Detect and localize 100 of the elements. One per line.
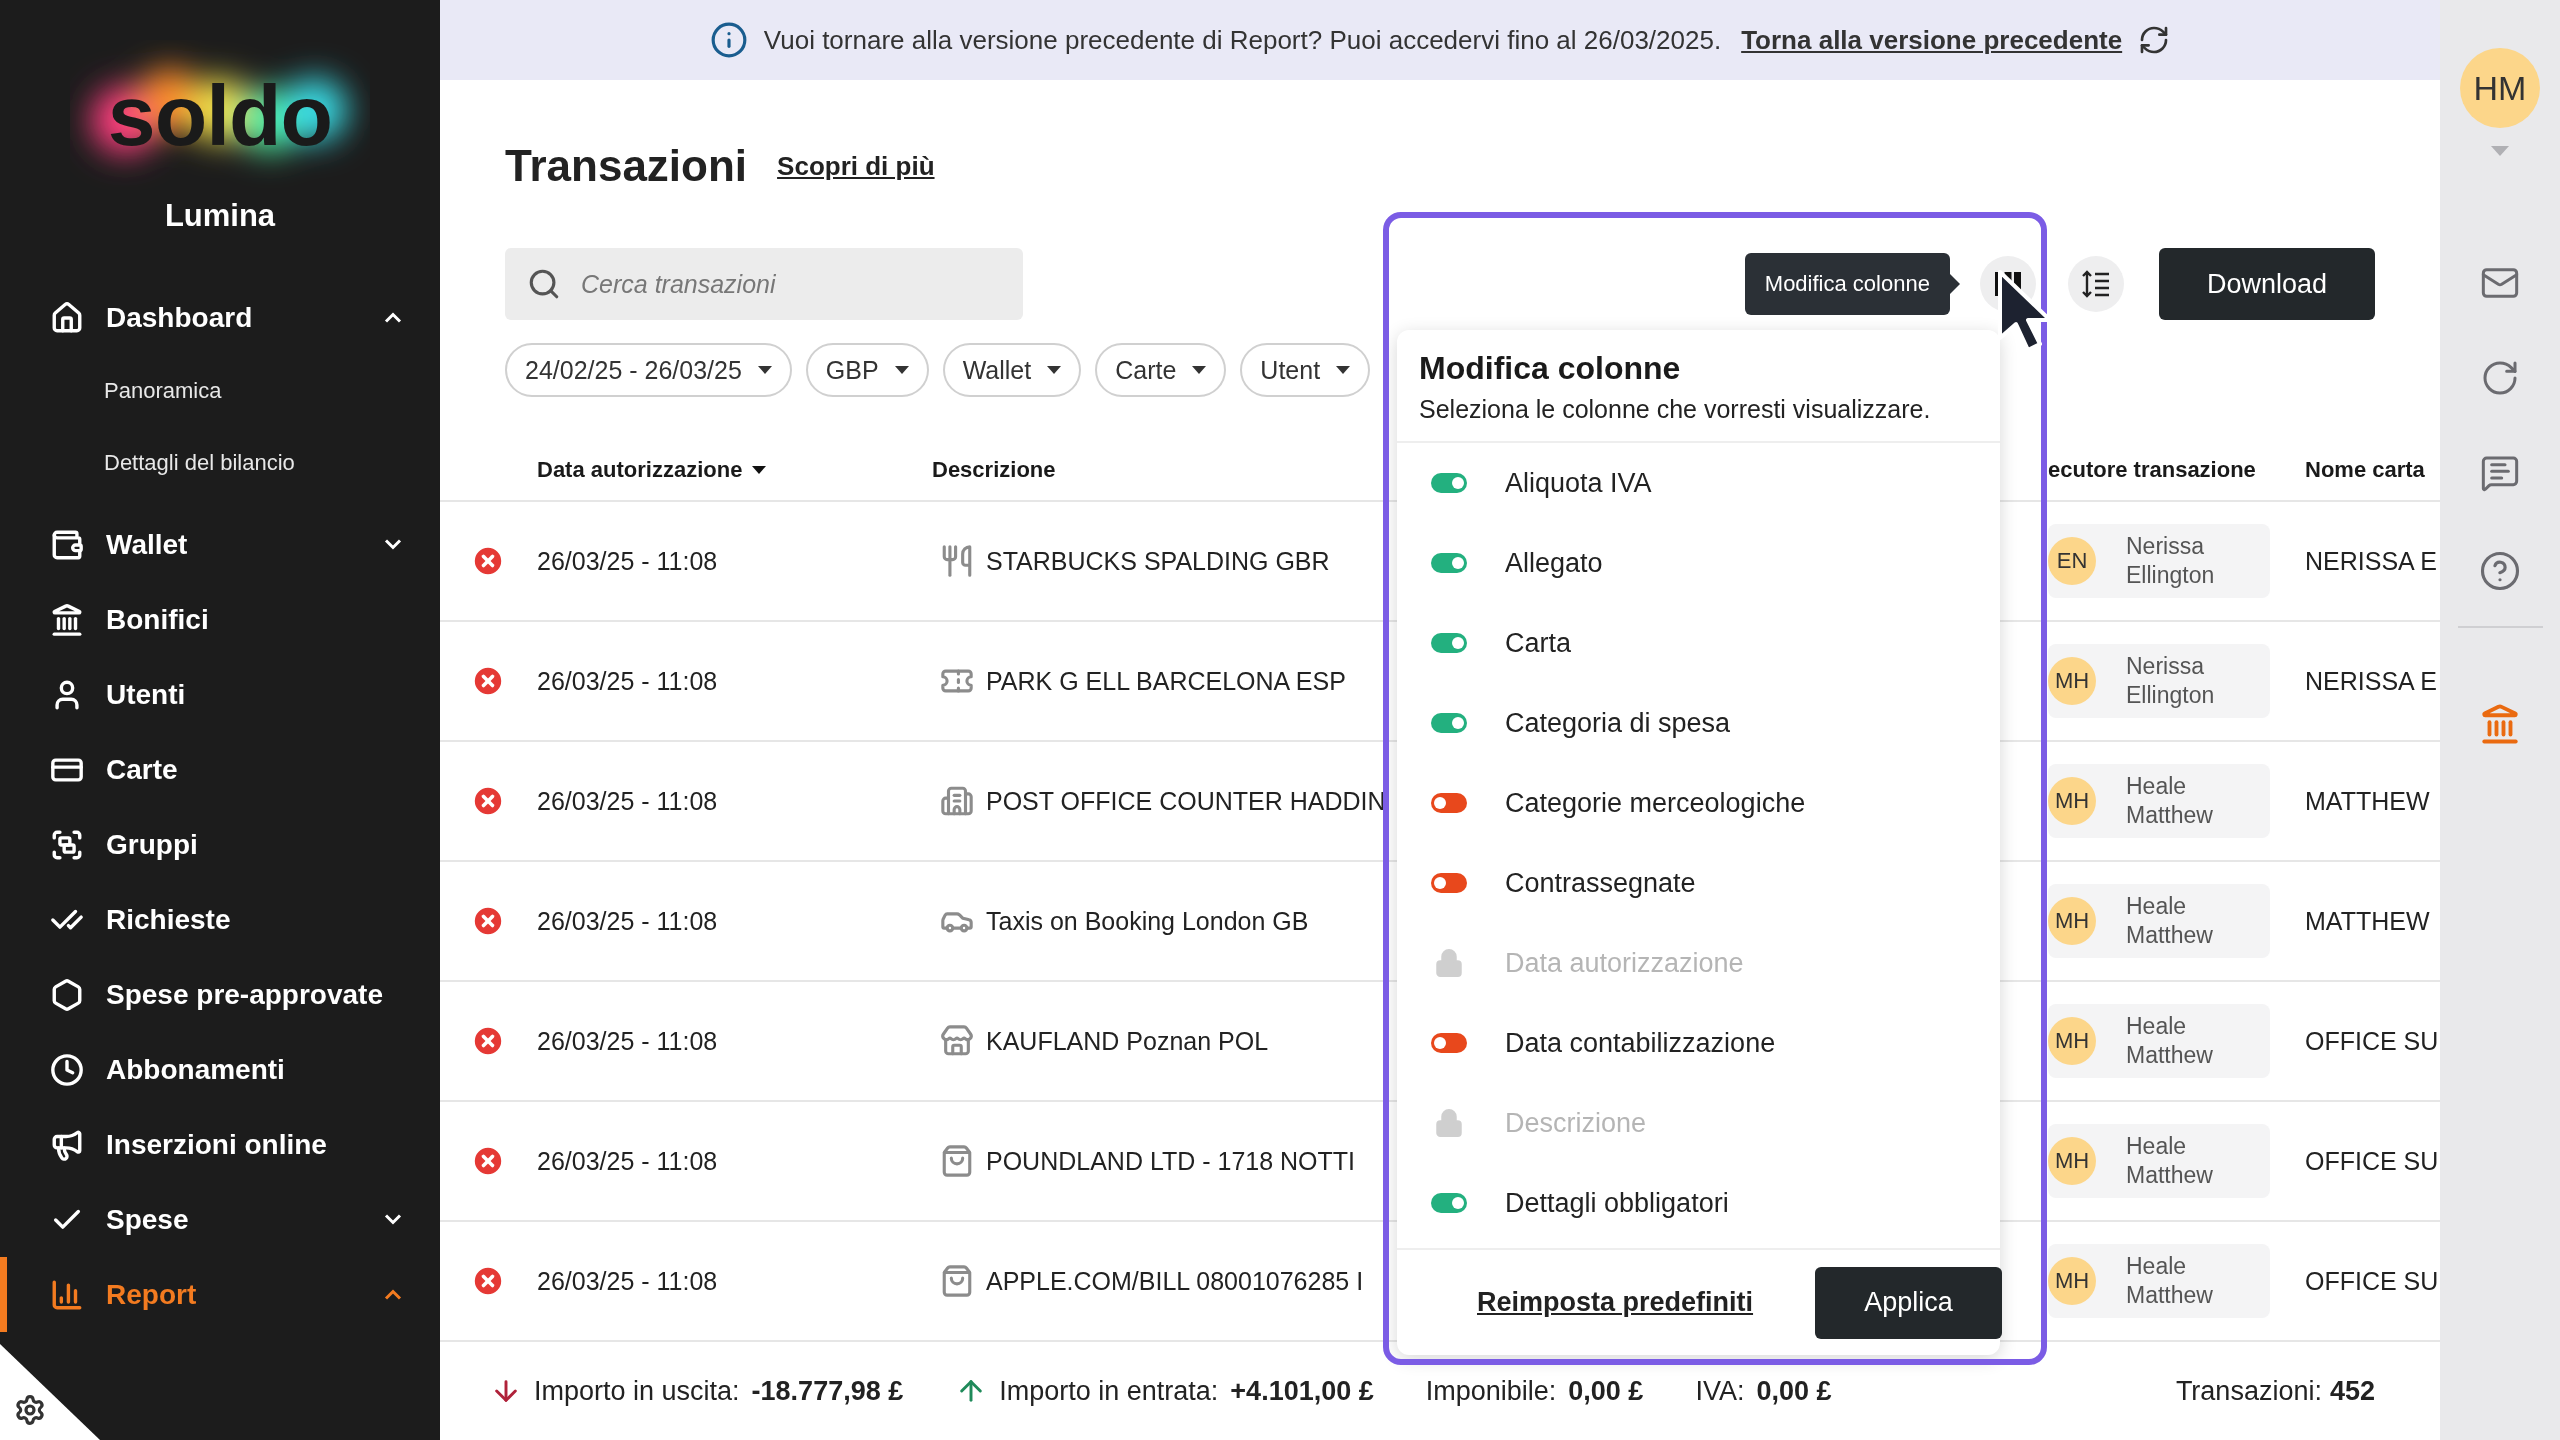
tooltip-arrow-icon xyxy=(1949,274,1960,294)
shopping-bag-icon xyxy=(940,1264,974,1298)
table-cell-text: 26/03/25 - 11:08 xyxy=(537,1266,719,1296)
apply-button[interactable]: Applica xyxy=(1815,1266,2002,1339)
avatar: MH xyxy=(2048,657,2096,705)
search-field[interactable]: Cerca transazioni xyxy=(505,248,1023,320)
nav-item[interactable]: Spese pre-approvate xyxy=(0,957,440,1032)
user-avatar[interactable]: HM xyxy=(2460,48,2540,128)
table-cell: OFFICE SU xyxy=(2305,1026,2440,1056)
toggle-switch[interactable] xyxy=(1431,713,1467,733)
caret-icon xyxy=(894,366,909,374)
nav-item[interactable]: Bonifici xyxy=(0,582,440,657)
option-label: Allegato xyxy=(1505,547,1603,579)
table-cell: KAUFLAND Poznan POL xyxy=(986,1026,1269,1056)
avatar: MH xyxy=(2048,897,2096,945)
amount-label: Importo in entrata: xyxy=(999,1375,1219,1407)
table-cell-text: 26/03/25 - 11:08 xyxy=(537,1146,719,1176)
option-label: Data contabilizzazione xyxy=(1505,1027,1776,1059)
house-icon xyxy=(50,300,84,335)
user-name: Heale Matthew xyxy=(2126,1252,2214,1310)
nav-item[interactable]: Dashboard xyxy=(0,280,440,355)
table-cell-text: 26/03/25 - 11:08 xyxy=(537,786,719,816)
nav-item[interactable]: Utenti xyxy=(0,657,440,732)
table-cell-text: 26/03/25 - 11:08 xyxy=(537,1026,719,1056)
hexagon-icon xyxy=(50,977,84,1012)
option-label: Categorie merceologiche xyxy=(1505,787,1806,819)
nav-item[interactable]: Report xyxy=(0,1257,440,1332)
filter-dropdown[interactable]: 24/02/25 - 26/03/25 xyxy=(505,343,792,397)
nav-item[interactable]: Wallet xyxy=(0,507,440,582)
nav-item[interactable]: Spese xyxy=(0,1182,440,1257)
table-cell: POUNDLAND LTD - 1718 NOTTI xyxy=(986,1146,1356,1176)
count-value: 452 xyxy=(2329,1375,2375,1407)
nav-item[interactable]: Inserzioni online xyxy=(0,1107,440,1182)
table-cell-text: 26/03/25 - 11:08 xyxy=(537,906,719,936)
nav-subitem[interactable]: Dettagli del bilancio xyxy=(0,427,440,499)
user-name: Nerissa Ellington xyxy=(2126,652,2216,710)
table-cell-text: 26/03/25 - 11:08 xyxy=(537,546,719,576)
nav-item[interactable]: Carte xyxy=(0,732,440,807)
bank-icon xyxy=(50,602,84,637)
user-name: Nerissa Ellington xyxy=(2126,532,2216,590)
toggle-switch[interactable] xyxy=(1431,1193,1467,1213)
count-label: Transazioni: xyxy=(2175,1375,2322,1407)
bank-icon[interactable] xyxy=(2479,703,2521,745)
reset-link[interactable]: Reimposta predefiniti xyxy=(1477,1287,1754,1318)
toggle-switch[interactable] xyxy=(1431,633,1467,653)
company-name: Lumina xyxy=(164,198,276,234)
amount-value: -18.777,98 £ xyxy=(751,1375,904,1407)
filter-dropdown[interactable]: Utent xyxy=(1240,343,1371,397)
info-icon xyxy=(709,21,748,59)
avatar: EN xyxy=(2048,537,2096,585)
option-label: Dettagli obbligatori xyxy=(1505,1187,1729,1219)
previous-version-link[interactable]: Torna alla versione precedente xyxy=(1741,24,2123,56)
nav-item[interactable]: Abbonamenti xyxy=(0,1032,440,1107)
option-label: Data autorizzazione xyxy=(1505,947,1744,979)
user-name: Heale Matthew xyxy=(2126,1132,2214,1190)
menu-title: Modifica colonne xyxy=(1419,350,1682,387)
table-cell: OFFICE SU xyxy=(2305,1266,2440,1296)
caret-icon xyxy=(1336,366,1351,374)
notice-text: Vuoi tornare alla versione precedente di Report? Puoi accedervi fino al 26/03/2025. xyxy=(763,24,1722,56)
amount-label: Imponibile: xyxy=(1425,1375,1557,1407)
amount-value: +4.101,00 £ xyxy=(1230,1375,1374,1407)
option-label: Categoria di spesa xyxy=(1505,707,1731,739)
clock-icon xyxy=(50,1052,84,1087)
nav-item[interactable]: Richieste xyxy=(0,882,440,957)
utensils-icon xyxy=(940,544,974,578)
shopping-bag-icon xyxy=(940,1144,974,1178)
toggle-switch[interactable] xyxy=(1431,473,1467,493)
table-cell: POST OFFICE COUNTER HADDIN xyxy=(986,786,1386,816)
column-header[interactable]: ecutore transazione xyxy=(2048,457,2256,483)
amount-value: 0,00 £ xyxy=(1568,1375,1644,1407)
download-button[interactable]: Download xyxy=(2158,248,2375,320)
column-header[interactable]: Data autorizzazione xyxy=(537,457,767,483)
help-icon[interactable] xyxy=(2479,550,2521,592)
avatar: MH xyxy=(2048,1137,2096,1185)
option-label: Carta xyxy=(1505,627,1572,659)
page-title: Transazioni xyxy=(505,141,748,191)
amount-label: IVA: xyxy=(1695,1375,1745,1407)
table-cell-text: 26/03/25 - 11:08 xyxy=(537,666,719,696)
caret-icon xyxy=(752,466,767,474)
filter-dropdown[interactable]: Wallet xyxy=(942,343,1082,397)
learn-more-link[interactable]: Scopri di più xyxy=(777,150,935,182)
table-cell: PARK G ELL BARCELONA ESP xyxy=(986,666,1346,696)
column-header[interactable]: Descrizione xyxy=(932,457,1056,483)
table-cell-text: MATTHEW xyxy=(2305,906,2431,936)
filter-dropdown[interactable]: Carte xyxy=(1095,343,1227,397)
caret-icon xyxy=(757,366,772,374)
toggle-switch[interactable] xyxy=(1431,1033,1467,1053)
nav-item[interactable]: Gruppi xyxy=(0,807,440,882)
toggle-switch[interactable] xyxy=(1431,793,1467,813)
toggle-switch[interactable] xyxy=(1431,553,1467,573)
search-icon xyxy=(527,267,561,301)
avatar: MH xyxy=(2048,777,2096,825)
nav-subitem[interactable]: Panoramica xyxy=(0,355,440,427)
toggle-switch[interactable] xyxy=(1431,873,1467,893)
table-cell: STARBUCKS SPALDING GBR xyxy=(986,546,1330,576)
column-header[interactable]: Nome carta xyxy=(2305,457,2425,483)
caret-icon xyxy=(1192,366,1207,374)
filter-dropdown[interactable]: GBP xyxy=(805,343,929,397)
tooltip: Modifica colonne xyxy=(1744,253,1950,315)
option-label: Descrizione xyxy=(1505,1107,1647,1139)
